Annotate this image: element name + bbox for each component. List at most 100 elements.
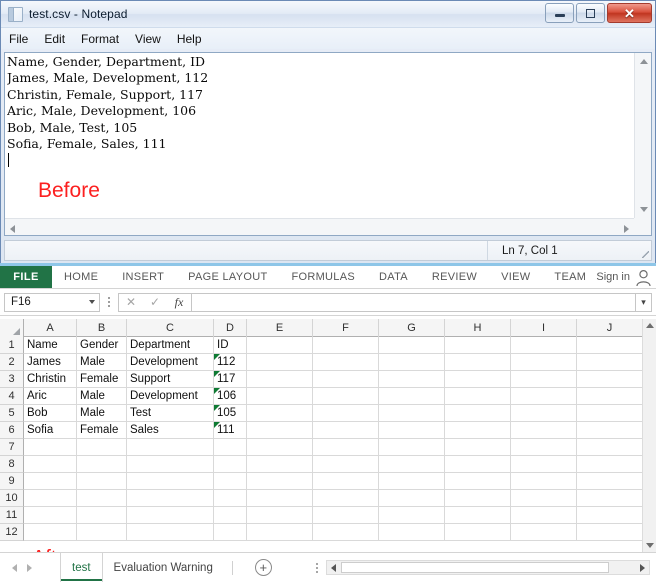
cell-J4[interactable] xyxy=(577,388,643,405)
cell-H7[interactable] xyxy=(445,439,511,456)
cell-J6[interactable] xyxy=(577,422,643,439)
cell-J8[interactable] xyxy=(577,456,643,473)
row-header-10[interactable]: 10 xyxy=(0,490,24,507)
cell-E12[interactable] xyxy=(247,524,313,541)
cell-I9[interactable] xyxy=(511,473,577,490)
column-header-e[interactable]: E xyxy=(247,319,313,337)
cell-D11[interactable] xyxy=(214,507,247,524)
cell-E2[interactable] xyxy=(247,354,313,371)
cell-C6[interactable]: Sales xyxy=(127,422,214,439)
next-sheet-icon[interactable] xyxy=(27,563,32,572)
sheet-tab-test[interactable]: test xyxy=(60,553,103,582)
cell-H10[interactable] xyxy=(445,490,511,507)
cell-G2[interactable] xyxy=(379,354,445,371)
row-header-1[interactable]: 1 xyxy=(0,337,24,354)
cell-I6[interactable] xyxy=(511,422,577,439)
scroll-down-icon[interactable] xyxy=(640,207,648,212)
cell-E5[interactable] xyxy=(247,405,313,422)
menu-item-file[interactable]: File xyxy=(9,32,28,46)
cell-F9[interactable] xyxy=(313,473,379,490)
cell-B4[interactable]: Male xyxy=(77,388,127,405)
cell-D2[interactable]: 112 xyxy=(214,354,247,371)
cell-A12[interactable] xyxy=(24,524,77,541)
cell-A8[interactable] xyxy=(24,456,77,473)
cell-J2[interactable] xyxy=(577,354,643,371)
cell-D9[interactable] xyxy=(214,473,247,490)
cancel-formula-button[interactable]: ✕ xyxy=(119,294,143,311)
cell-H4[interactable] xyxy=(445,388,511,405)
cell-I7[interactable] xyxy=(511,439,577,456)
cell-D5[interactable]: 105 xyxy=(214,405,247,422)
cell-D10[interactable] xyxy=(214,490,247,507)
cell-B8[interactable] xyxy=(77,456,127,473)
cell-G3[interactable] xyxy=(379,371,445,388)
cell-C12[interactable] xyxy=(127,524,214,541)
cell-D4[interactable]: 106 xyxy=(214,388,247,405)
cell-A11[interactable] xyxy=(24,507,77,524)
cell-G5[interactable] xyxy=(379,405,445,422)
column-header-h[interactable]: H xyxy=(445,319,511,337)
cell-B6[interactable]: Female xyxy=(77,422,127,439)
grid-vertical-scrollbar[interactable] xyxy=(642,319,656,552)
menu-item-edit[interactable]: Edit xyxy=(44,32,65,46)
chevron-down-icon[interactable] xyxy=(89,300,95,304)
insert-function-button[interactable]: fx xyxy=(167,294,191,311)
cell-A4[interactable]: Aric xyxy=(24,388,77,405)
cell-H1[interactable] xyxy=(445,337,511,354)
cell-F10[interactable] xyxy=(313,490,379,507)
cell-E10[interactable] xyxy=(247,490,313,507)
column-header-a[interactable]: A xyxy=(24,319,77,337)
sheet-tab-evaluation-warning[interactable]: Evaluation Warning xyxy=(103,553,224,582)
cell-B3[interactable]: Female xyxy=(77,371,127,388)
tab-review[interactable]: REVIEW xyxy=(420,266,489,288)
add-sheet-button[interactable]: + xyxy=(254,559,272,576)
menu-item-view[interactable]: View xyxy=(135,32,161,46)
cell-B11[interactable] xyxy=(77,507,127,524)
cell-E11[interactable] xyxy=(247,507,313,524)
cell-A2[interactable]: James xyxy=(24,354,77,371)
cell-C2[interactable]: Development xyxy=(127,354,214,371)
cell-D1[interactable]: ID xyxy=(214,337,247,354)
confirm-formula-button[interactable]: ✓ xyxy=(143,294,167,311)
hscroll-right-icon[interactable] xyxy=(640,563,645,572)
select-all-corner[interactable] xyxy=(0,319,24,337)
tab-formulas[interactable]: FORMULAS xyxy=(279,266,367,288)
cell-B12[interactable] xyxy=(77,524,127,541)
notepad-edit-area[interactable]: Name, Gender, Department, ID James, Male… xyxy=(4,52,652,236)
cell-C7[interactable] xyxy=(127,439,214,456)
row-header-12[interactable]: 12 xyxy=(0,524,24,541)
column-header-c[interactable]: C xyxy=(127,319,214,337)
cell-F2[interactable] xyxy=(313,354,379,371)
cell-A7[interactable] xyxy=(24,439,77,456)
row-header-9[interactable]: 9 xyxy=(0,473,24,490)
cell-H5[interactable] xyxy=(445,405,511,422)
tab-data[interactable]: DATA xyxy=(367,266,420,288)
cell-H6[interactable] xyxy=(445,422,511,439)
cell-J12[interactable] xyxy=(577,524,643,541)
cell-F8[interactable] xyxy=(313,456,379,473)
cell-A9[interactable] xyxy=(24,473,77,490)
cell-A5[interactable]: Bob xyxy=(24,405,77,422)
expand-formula-bar-icon[interactable]: ▾ xyxy=(636,292,652,312)
cell-G4[interactable] xyxy=(379,388,445,405)
cell-B5[interactable]: Male xyxy=(77,405,127,422)
cell-I1[interactable] xyxy=(511,337,577,354)
menu-item-format[interactable]: Format xyxy=(81,32,119,46)
cell-J1[interactable] xyxy=(577,337,643,354)
cell-E3[interactable] xyxy=(247,371,313,388)
cell-I2[interactable] xyxy=(511,354,577,371)
cell-F4[interactable] xyxy=(313,388,379,405)
cell-I3[interactable] xyxy=(511,371,577,388)
cell-G11[interactable] xyxy=(379,507,445,524)
column-header-f[interactable]: F xyxy=(313,319,379,337)
cell-I5[interactable] xyxy=(511,405,577,422)
cell-H3[interactable] xyxy=(445,371,511,388)
row-header-4[interactable]: 4 xyxy=(0,388,24,405)
column-header-i[interactable]: I xyxy=(511,319,577,337)
grid-horizontal-scrollbar[interactable] xyxy=(325,560,650,575)
scroll-left-icon[interactable] xyxy=(10,225,15,233)
row-header-5[interactable]: 5 xyxy=(0,405,24,422)
cell-H12[interactable] xyxy=(445,524,511,541)
formula-bar-handle[interactable] xyxy=(102,297,116,307)
cell-G7[interactable] xyxy=(379,439,445,456)
